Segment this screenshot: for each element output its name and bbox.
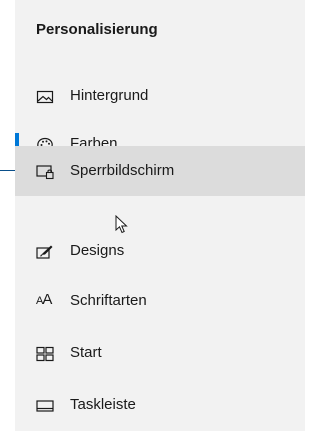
- nav-item-sperrbildschirm[interactable]: Sperrbildschirm: [15, 146, 305, 196]
- taskbar-icon: [36, 398, 54, 414]
- personalization-nav-panel: Personalisierung Hintergrund Farben Sper…: [15, 0, 305, 431]
- nav-label-sperrbildschirm: Sperrbildschirm: [70, 162, 175, 179]
- nav-label-schriftarten: Schriftarten: [70, 292, 147, 309]
- nav-item-start[interactable]: Start: [15, 329, 305, 379]
- nav-label-taskleiste: Taskleiste: [70, 396, 136, 413]
- lock-screen-icon: [36, 164, 54, 180]
- designs-icon: [36, 244, 54, 260]
- start-icon: [36, 346, 54, 362]
- mouse-cursor-icon: [115, 214, 131, 235]
- nav-item-designs[interactable]: Designs: [15, 227, 305, 277]
- nav-label-hintergrund: Hintergrund: [70, 87, 149, 104]
- fonts-icon: AA: [36, 291, 52, 308]
- picture-icon: [36, 89, 54, 105]
- nav-item-schriftarten[interactable]: AA Schriftarten: [15, 277, 305, 327]
- panel-title: Personalisierung: [36, 21, 158, 38]
- nav-item-taskleiste[interactable]: Taskleiste: [15, 381, 305, 431]
- nav-item-hintergrund[interactable]: Hintergrund: [15, 72, 305, 122]
- nav-label-start: Start: [70, 344, 102, 361]
- nav-label-designs: Designs: [70, 242, 125, 259]
